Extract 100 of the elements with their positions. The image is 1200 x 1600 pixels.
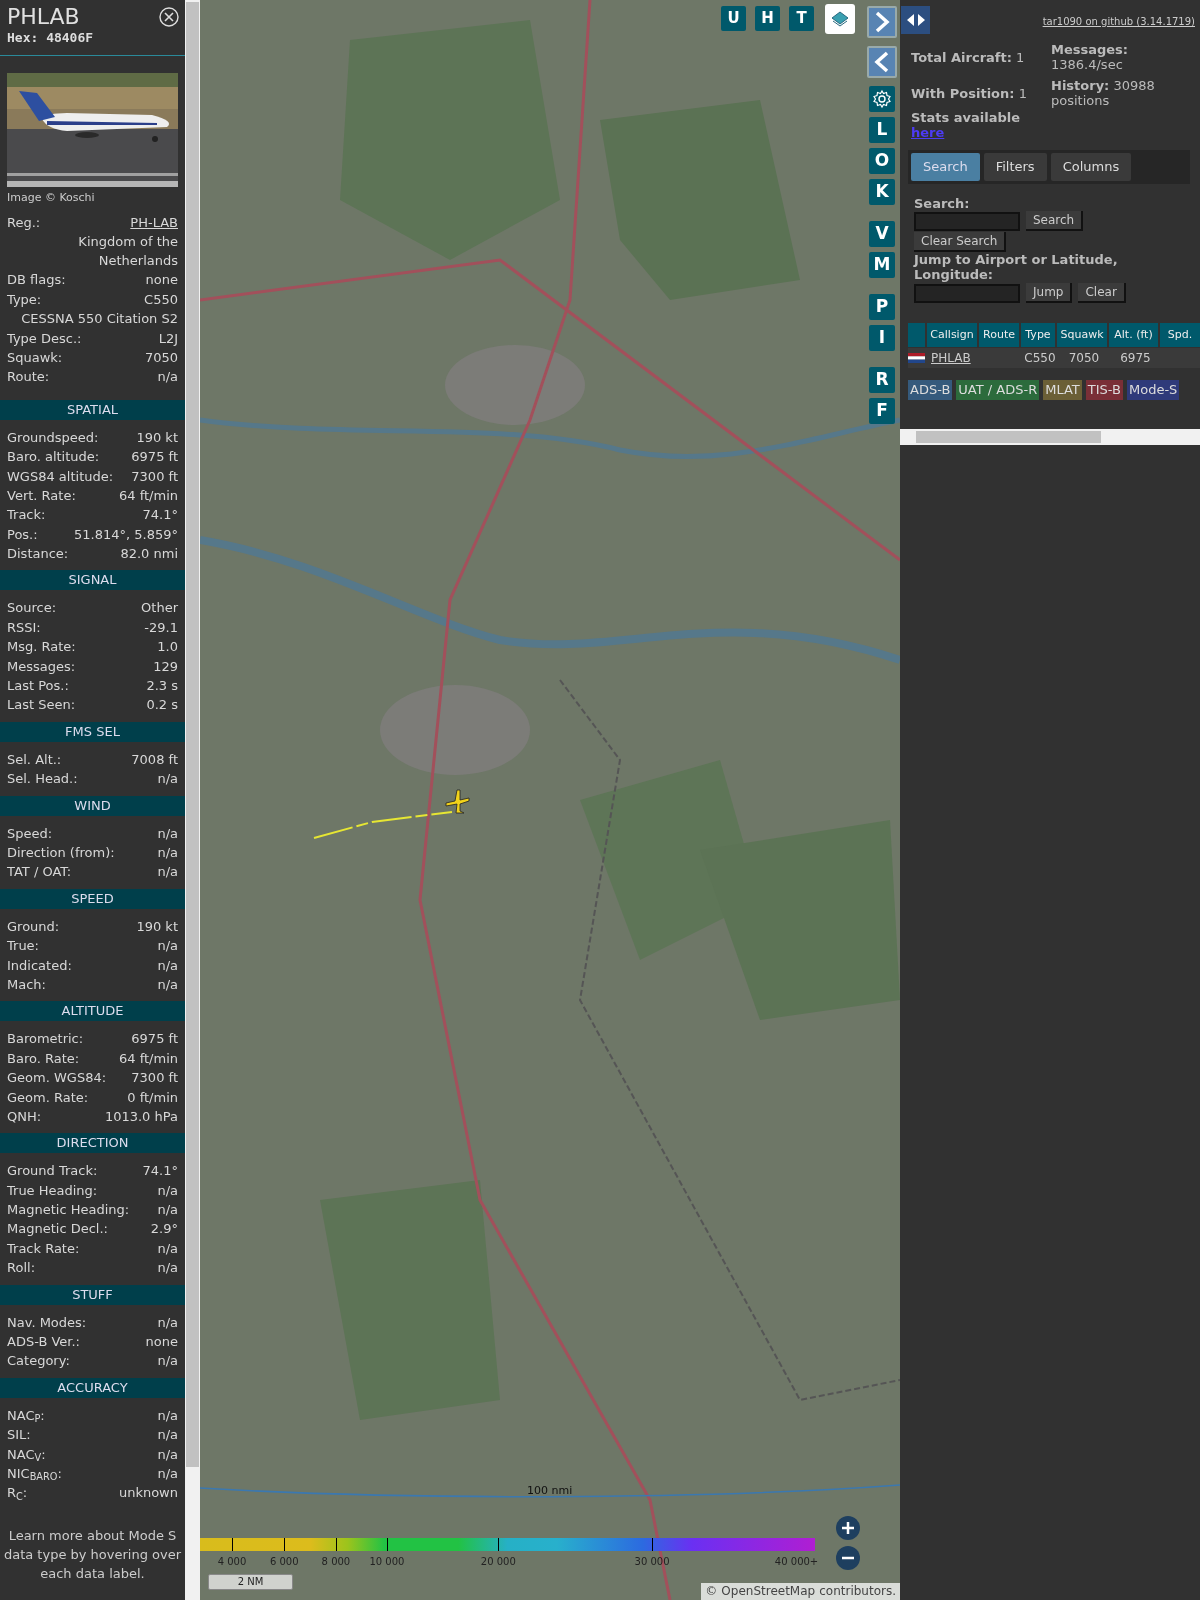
field-label: Baro. Rate: bbox=[7, 1049, 80, 1068]
field-value: 1013.0 hPa bbox=[104, 1107, 178, 1126]
field-value: n/a bbox=[157, 863, 178, 882]
table-row[interactable]: PHLAB C550 7050 6975 bbox=[908, 348, 1200, 368]
field-value: n/a bbox=[157, 975, 178, 994]
field-value: L2J bbox=[158, 329, 178, 348]
field-label: Vert. Rate: bbox=[7, 486, 76, 505]
layers-button[interactable] bbox=[825, 4, 855, 34]
map-toggle-button[interactable]: U bbox=[721, 6, 746, 31]
layers-icon bbox=[830, 9, 850, 29]
source-legend-tag: Mode-S bbox=[1126, 380, 1180, 400]
section-header: SPATIAL bbox=[0, 399, 185, 420]
jump-field[interactable] bbox=[914, 283, 1020, 303]
field-label: ADS-B Ver.: bbox=[7, 1333, 80, 1351]
altitude-label: 30 000 bbox=[634, 1555, 670, 1569]
table-header-cell bbox=[908, 323, 925, 347]
field-label: Distance: bbox=[7, 545, 69, 564]
column-header[interactable]: Squawk bbox=[1057, 323, 1107, 347]
expand-button[interactable] bbox=[867, 6, 897, 38]
field-value: n/a bbox=[157, 1259, 178, 1278]
airplane-icon[interactable] bbox=[443, 787, 471, 815]
registration-link[interactable]: PH-LAB bbox=[130, 213, 178, 233]
field-value: 7050 bbox=[144, 348, 178, 367]
field-value: none bbox=[145, 271, 178, 290]
osm-link[interactable]: OpenStreetMap bbox=[721, 1583, 816, 1600]
column-header[interactable]: Alt. (ft) bbox=[1109, 323, 1158, 347]
field-value: n/a bbox=[157, 1445, 178, 1464]
map-toggle-button[interactable]: R bbox=[869, 367, 895, 393]
collapse-button[interactable] bbox=[867, 46, 897, 78]
field-value: n/a bbox=[157, 1239, 178, 1258]
section-header: ACCURACY bbox=[0, 1377, 185, 1398]
field-label: Route: bbox=[7, 368, 50, 387]
section-header: DIRECTION bbox=[0, 1133, 185, 1154]
map-toggle-button[interactable]: O bbox=[869, 148, 895, 174]
field-value: 7300 ft bbox=[131, 467, 178, 486]
map-toggle-button[interactable]: L bbox=[869, 117, 895, 143]
search-label: Search: bbox=[914, 197, 971, 211]
map-toggle-button[interactable]: H bbox=[755, 6, 780, 31]
jump-button[interactable]: Jump bbox=[1026, 283, 1073, 303]
tab[interactable]: Filters bbox=[983, 153, 1047, 181]
source-legend-tag: TIS-B bbox=[1085, 380, 1123, 400]
field-label: R$_{C}$: bbox=[7, 1484, 28, 1503]
field-label: SIL: bbox=[7, 1426, 31, 1445]
github-link[interactable]: tar1090 on github (3.14.1719) bbox=[1042, 14, 1195, 29]
field-label: Sel. Head.: bbox=[7, 770, 78, 789]
field-value: 190 kt bbox=[136, 428, 178, 447]
table-cell-text: C550 bbox=[1023, 350, 1057, 367]
map-toggle-button[interactable]: P bbox=[869, 294, 895, 320]
field-value: n/a bbox=[157, 1313, 178, 1332]
field-label: Baro. altitude: bbox=[7, 448, 100, 467]
map-toggle-button[interactable]: T bbox=[789, 6, 814, 31]
column-header[interactable]: Spd. bbox=[1160, 323, 1200, 347]
stat-text: History: 30988 positions bbox=[1051, 78, 1156, 108]
stat-text: Total Aircraft: 1 bbox=[911, 50, 1026, 65]
field-label: Magnetic Decl.: bbox=[7, 1220, 108, 1239]
panel-toggle-button[interactable] bbox=[901, 6, 930, 34]
map-toggle-button[interactable]: V bbox=[869, 221, 895, 247]
section-header: SIGNAL bbox=[0, 570, 185, 591]
field-label: Groundspeed: bbox=[7, 428, 99, 447]
field-label: Geom. WGS84: bbox=[7, 1069, 107, 1088]
field-label: Pos.: bbox=[7, 525, 38, 544]
clear-button[interactable]: Clear bbox=[1078, 283, 1126, 303]
range-ring-label: 100 nmi bbox=[527, 1483, 573, 1499]
altitude-label: 6 000 bbox=[269, 1555, 299, 1569]
field-label: Squawk: bbox=[7, 348, 63, 367]
stat-text: Messages: 1386.4/sec bbox=[1051, 42, 1130, 72]
callsign-link[interactable]: PHLAB bbox=[929, 348, 979, 368]
field-value: n/a bbox=[157, 1464, 178, 1483]
tab[interactable]: Columns bbox=[1050, 153, 1132, 181]
map-toggle-button[interactable]: F bbox=[869, 398, 895, 424]
search-field[interactable] bbox=[914, 211, 1020, 231]
field-value: C550 bbox=[144, 290, 178, 309]
field-value: n/a bbox=[157, 1352, 178, 1371]
altitude-label: 40 000+ bbox=[774, 1555, 819, 1569]
field-label: Last Pos.: bbox=[7, 677, 69, 696]
column-header[interactable]: Route bbox=[979, 323, 1019, 347]
map-toggle-button[interactable]: M bbox=[869, 252, 895, 278]
column-header[interactable]: Type bbox=[1021, 323, 1055, 347]
field-value: 0 ft/min bbox=[127, 1088, 178, 1107]
clear-search-button[interactable]: Clear Search bbox=[914, 232, 1007, 252]
source-legend-tag: ADS-B bbox=[908, 380, 953, 400]
field-label: Source: bbox=[7, 599, 57, 618]
field-label: True: bbox=[7, 937, 39, 956]
scrollbar[interactable] bbox=[900, 429, 1200, 445]
column-header[interactable]: Callsign bbox=[927, 323, 977, 347]
field-label: Mach: bbox=[7, 975, 46, 994]
altitude-label: 8 000 bbox=[321, 1555, 351, 1569]
close-button[interactable] bbox=[159, 7, 179, 27]
map-toggle-button[interactable]: I bbox=[869, 325, 895, 351]
help-text: Learn more about Mode S data type by hovering over each data label. bbox=[2, 1526, 183, 1583]
settings-button[interactable] bbox=[869, 86, 895, 112]
field-value: n/a bbox=[157, 770, 178, 789]
search-button[interactable]: Search bbox=[1026, 211, 1084, 231]
scrollbar[interactable] bbox=[185, 0, 200, 1600]
field-label: Geom. Rate: bbox=[7, 1088, 89, 1107]
field-value: 2.3 s bbox=[146, 677, 178, 696]
scale-bar: 2 NM bbox=[208, 1574, 293, 1590]
map-toggle-button[interactable]: K bbox=[869, 179, 895, 205]
field-label: Type: bbox=[7, 290, 42, 309]
field-value: n/a bbox=[157, 844, 178, 862]
